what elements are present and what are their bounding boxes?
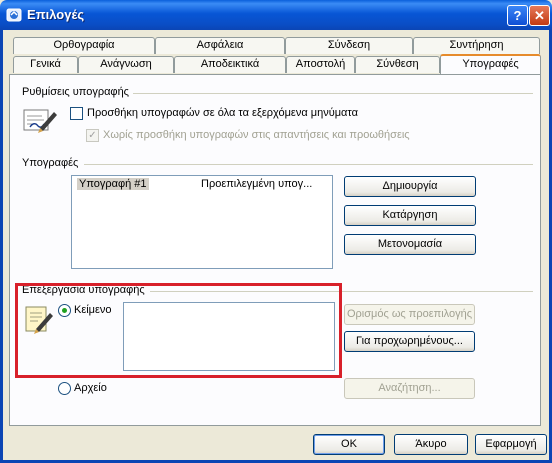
signature-description: Προεπιλεγμένη υπογ... xyxy=(201,178,313,190)
file-radio[interactable] xyxy=(58,382,71,395)
window-title: Επιλογές xyxy=(27,7,85,22)
remove-button[interactable]: Κατάργηση xyxy=(344,205,476,226)
tab-read[interactable]: Ανάγνωση xyxy=(78,56,174,73)
tab-spelling[interactable]: Ορθογραφία xyxy=(13,37,155,54)
signature-name: Υπογραφή #1 xyxy=(77,178,149,190)
signatures-divider xyxy=(84,164,533,165)
signatures-group-label: Υπογραφές xyxy=(22,157,79,169)
tab-connection[interactable]: Σύνδεση xyxy=(285,37,413,54)
tab-receipts[interactable]: Αποδεικτικά xyxy=(174,56,286,73)
close-button[interactable]: ✕ xyxy=(529,5,550,26)
add-signature-all-checkbox[interactable] xyxy=(70,107,83,120)
apply-button[interactable]: Εφαρμογή xyxy=(475,434,547,455)
help-button[interactable]: ? xyxy=(507,5,528,26)
no-signature-replies-label: Χωρίς προσθήκη υπογραφών στις απαντήσεις… xyxy=(103,129,410,141)
title-bar[interactable]: Επιλογές ? ✕ xyxy=(0,0,552,30)
list-item[interactable]: Υπογραφή #1 Προεπιλεγμένη υπογ... xyxy=(75,178,330,192)
set-default-button[interactable]: Ορισμός ως προεπιλογής xyxy=(344,304,475,325)
tab-signatures[interactable]: Υπογραφές xyxy=(440,54,541,74)
cancel-button[interactable]: Άκυρο xyxy=(394,434,468,455)
tab-security[interactable]: Ασφάλεια xyxy=(155,37,285,54)
tab-send[interactable]: Αποστολή xyxy=(286,56,355,73)
signatures-list[interactable]: Υπογραφή #1 Προεπιλεγμένη υπογ... xyxy=(71,175,333,269)
add-signature-all-label: Προσθήκη υπογραφών σε όλα τα εξερχόμενα … xyxy=(87,107,358,119)
outlook-express-icon xyxy=(6,8,22,22)
tab-general[interactable]: Γενικά xyxy=(13,56,78,73)
settings-divider xyxy=(133,93,533,94)
tab-maintenance[interactable]: Συντήρηση xyxy=(413,37,540,54)
create-button[interactable]: Δημιουργία xyxy=(344,176,476,197)
file-radio-label: Αρχείο xyxy=(74,382,107,394)
highlight-box xyxy=(15,283,342,378)
tab-compose[interactable]: Σύνθεση xyxy=(355,56,440,73)
rename-button[interactable]: Μετονομασία xyxy=(344,234,476,255)
no-signature-replies-checkbox[interactable]: ✓ xyxy=(86,129,99,142)
signature-pen-icon xyxy=(23,109,57,133)
advanced-button[interactable]: Για προχωρημένους... xyxy=(344,331,475,352)
ok-button[interactable]: OK xyxy=(313,434,385,455)
browse-button[interactable]: Αναζήτηση... xyxy=(344,378,475,399)
settings-group-label: Ρυθμίσεις υπογραφής xyxy=(22,86,129,98)
